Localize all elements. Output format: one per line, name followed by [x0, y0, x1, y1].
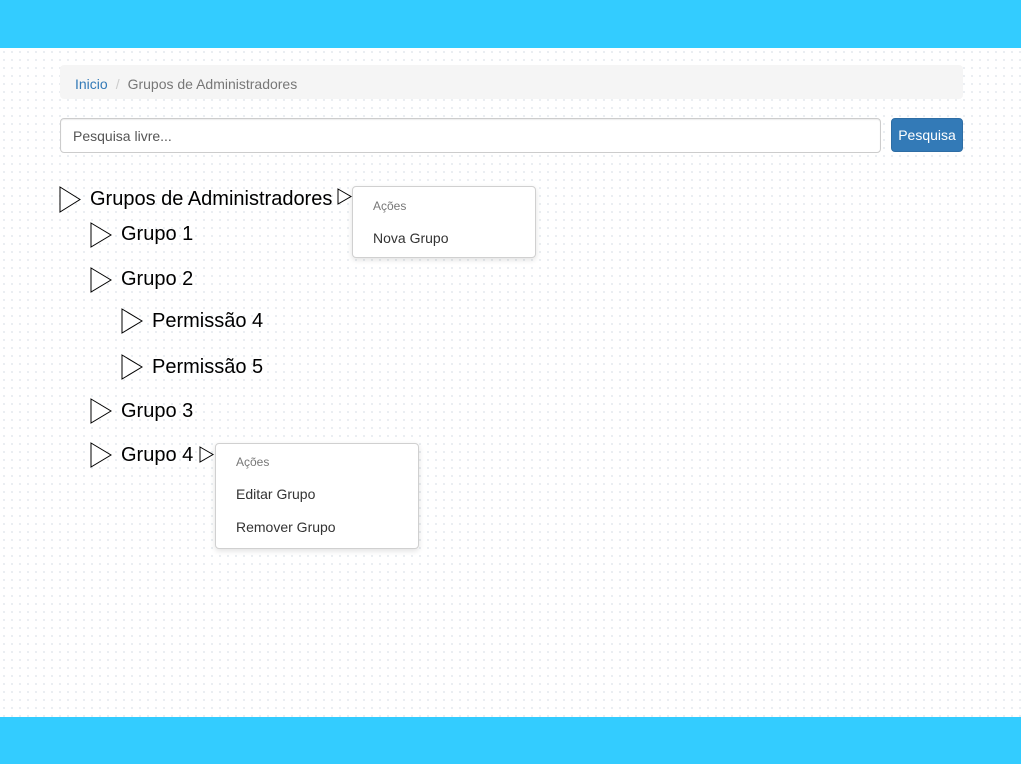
- menu-header: Ações: [373, 199, 407, 213]
- menu-header: Ações: [236, 455, 270, 469]
- tree-node-label: Grupos de Administradores: [90, 188, 333, 210]
- header-bar: [0, 0, 1021, 48]
- search-input[interactable]: [60, 118, 881, 153]
- menu-item-editar-grupo[interactable]: Editar Grupo: [236, 486, 315, 502]
- tree-node-label: Grupo 3: [121, 400, 194, 422]
- tree-node-label: Grupo 2: [121, 268, 194, 290]
- breadcrumb-separator: /: [115, 76, 120, 92]
- grupo-4-actions-menu: Ações Editar Grupo Remover Grupo: [215, 443, 419, 549]
- root-actions-menu: Ações Nova Grupo: [352, 186, 536, 258]
- search-button[interactable]: Pesquisa: [891, 118, 963, 152]
- breadcrumb-current: Grupos de Administradores: [127, 76, 298, 92]
- footer-bar: [0, 717, 1021, 764]
- tree-node-label: Grupo 4: [121, 444, 194, 466]
- menu-item-remover-grupo[interactable]: Remover Grupo: [236, 519, 336, 535]
- tree-node-label: Grupo 1: [121, 223, 194, 245]
- tree-node-label: Permissão 5: [152, 356, 264, 378]
- breadcrumb-home-link[interactable]: Inicio: [75, 76, 108, 92]
- tree-node-label: Permissão 4: [152, 310, 264, 332]
- breadcrumb: Inicio / Grupos de Administradores: [60, 65, 963, 99]
- menu-item-nova-grupo[interactable]: Nova Grupo: [373, 230, 448, 246]
